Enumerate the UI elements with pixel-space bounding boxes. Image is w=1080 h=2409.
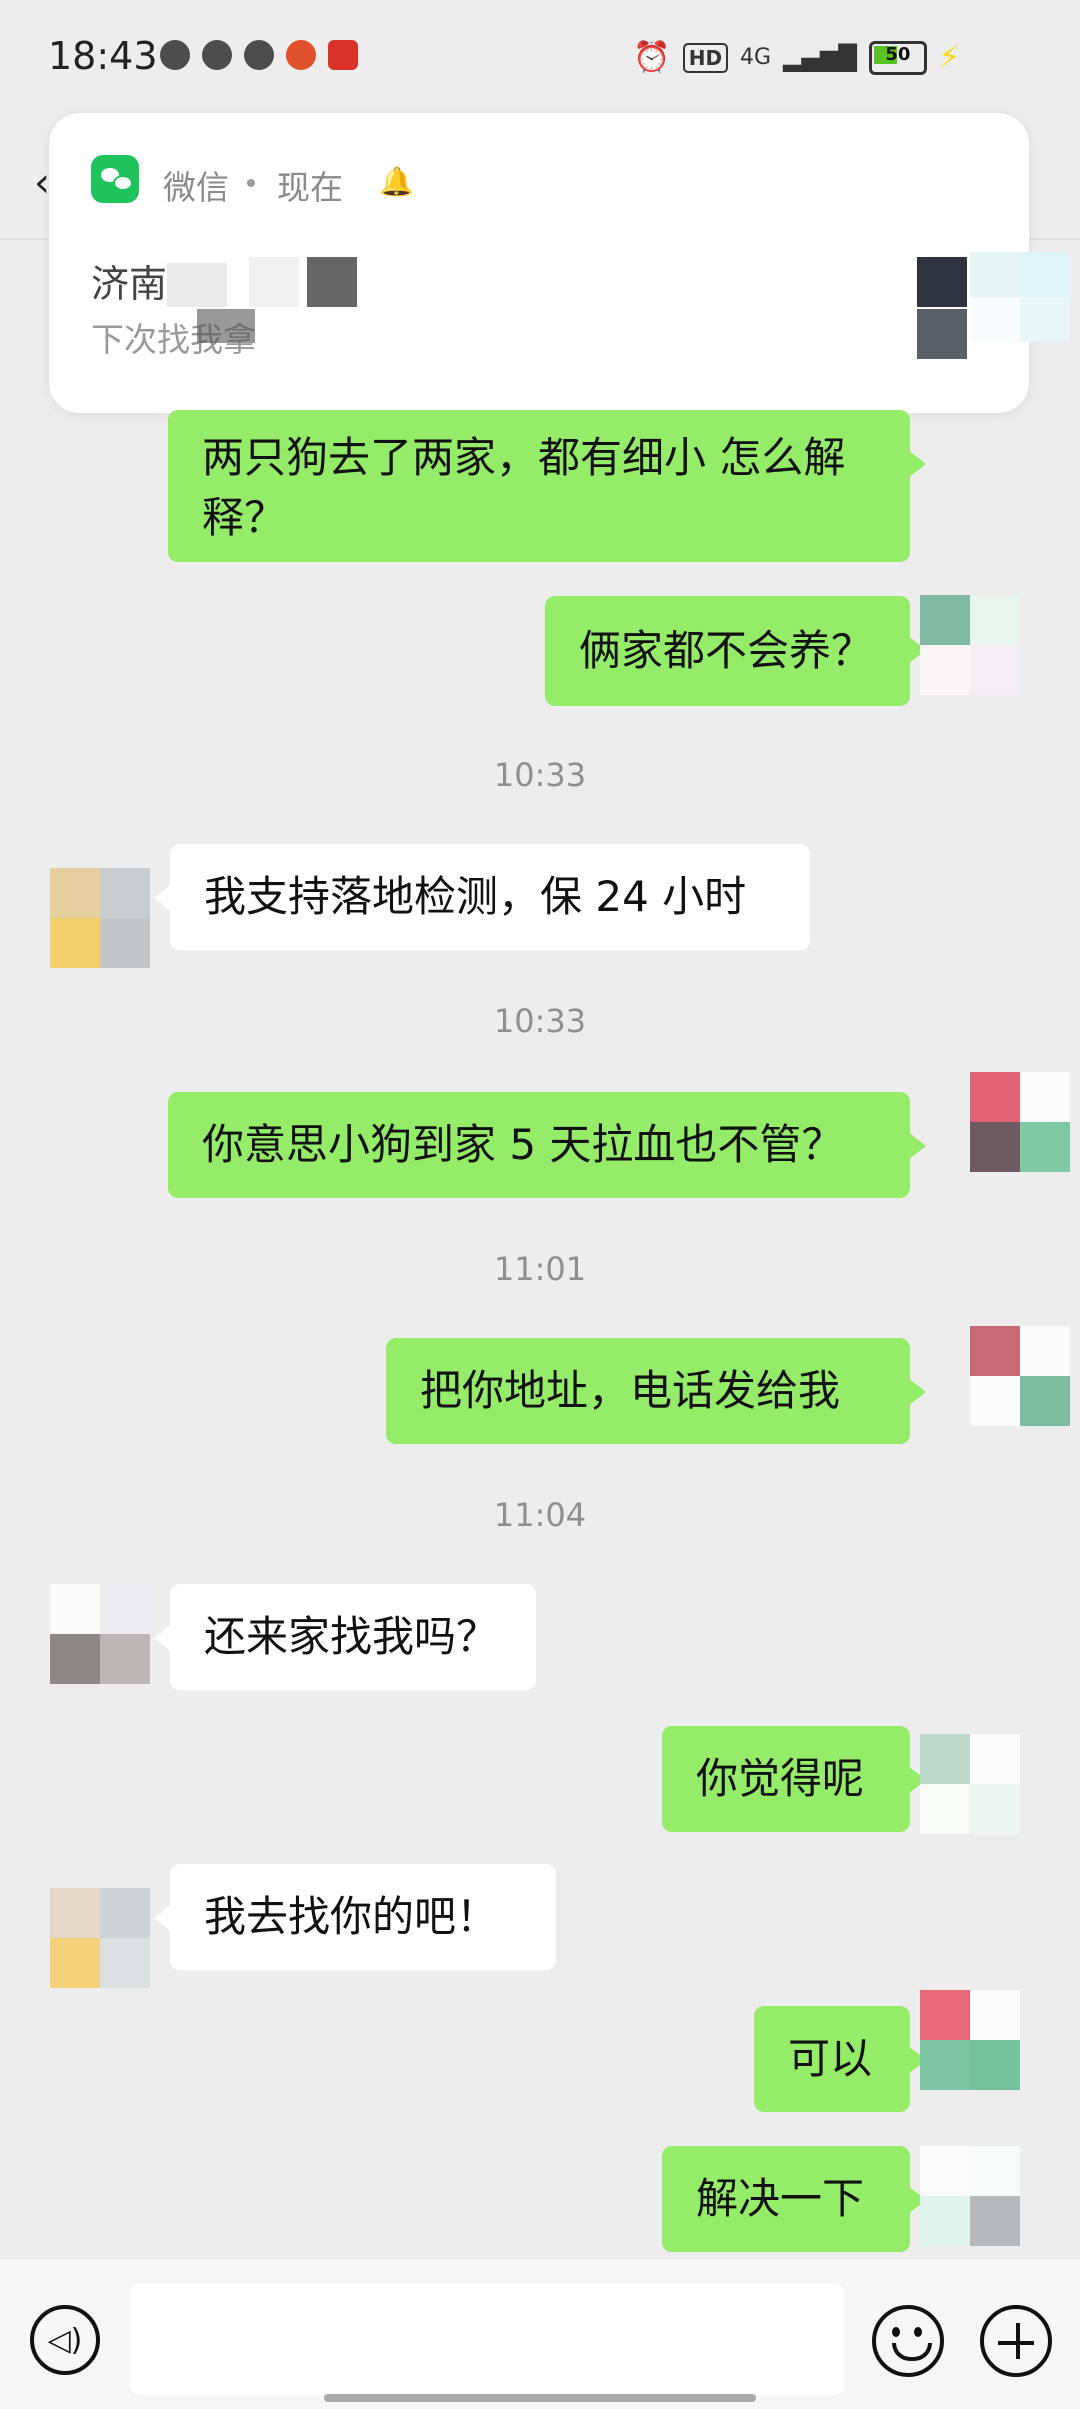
input-bar: ◁) xyxy=(0,2258,1080,2409)
status-time: 18:43 xyxy=(48,34,158,78)
qq-browser-icon xyxy=(202,40,232,70)
my-avatar[interactable] xyxy=(920,2146,1020,2246)
redaction-block xyxy=(307,257,357,307)
message-bubble-sent[interactable]: 你意思小狗到家 5 天拉血也不管？ xyxy=(168,1092,926,1198)
emoji-icon[interactable] xyxy=(872,2305,944,2377)
weibo-icon xyxy=(286,40,316,70)
home-indicator[interactable] xyxy=(324,2394,756,2402)
redaction-block xyxy=(167,263,227,307)
timestamp: 10:33 xyxy=(493,756,587,794)
voice-input-icon[interactable]: ◁) xyxy=(30,2305,100,2375)
message-bubble-sent[interactable]: 俩家都不会养？ xyxy=(545,596,926,706)
my-avatar[interactable] xyxy=(920,595,1020,695)
timestamp: 11:04 xyxy=(493,1496,587,1534)
app-icon xyxy=(328,40,358,70)
system-icons: ⏰ HD 4G ▂▄▆█ 50 ⚡ xyxy=(633,40,960,75)
message-bubble-received[interactable]: 还来家找我吗？ xyxy=(154,1584,536,1690)
redaction-block xyxy=(197,309,255,343)
timestamp: 10:33 xyxy=(493,1002,587,1040)
notification-app-name: 微信 xyxy=(163,168,229,207)
message-bubble-sent[interactable]: 把你地址，电话发给我 xyxy=(386,1338,926,1444)
notification-sender: 济南 xyxy=(91,262,168,306)
notification-icons xyxy=(160,40,358,70)
my-avatar[interactable] xyxy=(920,1990,1020,2090)
contact-avatar[interactable] xyxy=(50,1888,150,1988)
my-avatar[interactable] xyxy=(970,1072,1070,1172)
message-bubble-sent[interactable]: 解决一下 xyxy=(662,2146,926,2252)
notification-time: 现在 xyxy=(277,168,343,207)
battery-level: 50 xyxy=(885,43,911,65)
redaction-block xyxy=(249,257,299,307)
hd-icon: HD xyxy=(682,42,729,73)
my-avatar[interactable] xyxy=(920,1734,1020,1834)
signal-icon: ▂▄▆█ xyxy=(783,43,857,72)
gauge-icon xyxy=(244,40,274,70)
battery-icon: 50 xyxy=(868,40,927,75)
wechat-icon xyxy=(160,40,190,70)
plus-icon[interactable] xyxy=(980,2305,1052,2377)
message-bubble-received[interactable]: 我支持落地检测，保 24 小时 xyxy=(154,844,810,950)
my-avatar[interactable] xyxy=(970,252,1070,342)
message-bubble-sent[interactable]: 两只狗去了两家，都有细小 怎么解释？ xyxy=(168,410,926,562)
message-bubble-sent[interactable]: 可以 xyxy=(754,2006,926,2112)
charging-icon: ⚡ xyxy=(938,40,960,75)
redaction-block xyxy=(917,309,967,359)
my-avatar[interactable] xyxy=(970,1326,1070,1426)
contact-avatar[interactable] xyxy=(50,1584,150,1684)
message-input[interactable] xyxy=(130,2283,844,2395)
status-bar: 18:43 ⏰ HD 4G ▂▄▆█ 50 ⚡ xyxy=(0,0,1080,118)
contact-avatar[interactable] xyxy=(50,868,150,968)
timestamp: 11:01 xyxy=(493,1250,587,1288)
notification-banner[interactable]: 微信 现在 🔔 济南 下次找我拿 xyxy=(48,112,1030,414)
wechat-app-icon xyxy=(91,155,139,203)
network-label: 4G xyxy=(740,45,772,70)
redaction-block xyxy=(917,257,967,307)
message-bubble-sent[interactable]: 你觉得呢 xyxy=(662,1726,926,1832)
message-bubble-received[interactable]: 我去找你的吧！ xyxy=(154,1864,556,1970)
alarm-icon: ⏰ xyxy=(633,40,671,75)
bell-icon: 🔔 xyxy=(379,165,414,198)
separator-dot xyxy=(247,179,255,187)
